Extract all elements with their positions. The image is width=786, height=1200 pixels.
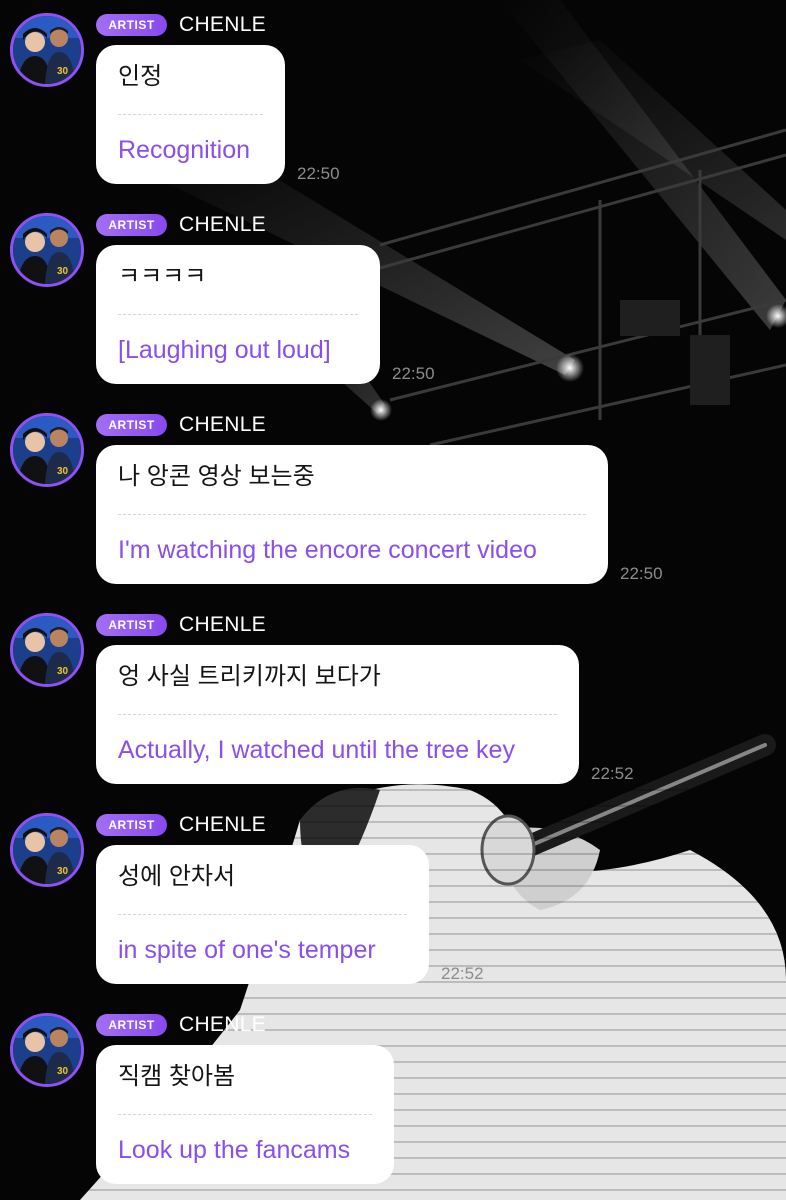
translation-text: [Laughing out loud] (118, 336, 331, 364)
original-text: ㅋㅋㅋㅋ (118, 263, 207, 290)
timestamp: 22:50 (297, 164, 340, 183)
svg-text:30: 30 (57, 866, 69, 877)
profile-photo-icon[interactable]: 30 (10, 613, 84, 687)
translation-text: Actually, I watched until the tree key (118, 736, 515, 764)
sender-name[interactable]: CHENLE (179, 212, 266, 238)
sender-name[interactable]: CHENLE (179, 12, 266, 38)
original-text: 직캠 찾아봄 (118, 1063, 236, 1090)
profile-photo-icon[interactable]: 30 (10, 213, 84, 287)
translation-text: in spite of one's temper (118, 936, 376, 964)
svg-text:30: 30 (57, 466, 69, 477)
original-text: 나 앙콘 영상 보는중 (118, 463, 315, 490)
sender-name[interactable]: CHENLE (179, 412, 266, 438)
profile-photo-icon[interactable]: 30 (10, 813, 84, 887)
translation-text: Look up the fancams (118, 1136, 351, 1164)
divider (118, 714, 557, 715)
profile-photo-icon[interactable]: 30 (10, 1013, 84, 1087)
svg-text:30: 30 (57, 66, 69, 77)
original-text: 엉 사실 트리키까지 보다가 (118, 663, 381, 690)
svg-text:30: 30 (57, 266, 69, 277)
timestamp: 22:52 (591, 764, 634, 783)
message-bubble[interactable]: 성에 안차서 in spite of one's temper (96, 845, 429, 984)
divider (118, 914, 407, 915)
timestamp: 22:52 (441, 964, 484, 983)
divider (118, 314, 358, 315)
artist-badge: ARTIST (96, 14, 167, 36)
message-bubble[interactable]: 직캠 찾아봄 Look up the fancams (96, 1045, 394, 1184)
svg-text:30: 30 (57, 1066, 69, 1077)
artist-badge: ARTIST (96, 214, 167, 236)
artist-badge: ARTIST (96, 814, 167, 836)
sender-name[interactable]: CHENLE (179, 1012, 266, 1038)
timestamp: 22:50 (392, 364, 435, 383)
message-bubble[interactable]: 엉 사실 트리키까지 보다가 Actually, I watched until… (96, 645, 579, 784)
timestamp: 22:50 (620, 564, 663, 583)
message-bubble[interactable]: ㅋㅋㅋㅋ [Laughing out loud] (96, 245, 380, 384)
divider (118, 514, 586, 515)
artist-badge: ARTIST (96, 1014, 167, 1036)
artist-badge: ARTIST (96, 414, 167, 436)
message-bubble[interactable]: 인정 Recognition (96, 45, 285, 184)
svg-text:30: 30 (57, 666, 69, 677)
artist-badge: ARTIST (96, 614, 167, 636)
divider (118, 114, 263, 115)
sender-name[interactable]: CHENLE (179, 612, 266, 638)
original-text: 성에 안차서 (118, 863, 236, 890)
translation-text: Recognition (118, 136, 251, 164)
original-text: 인정 (118, 63, 163, 90)
profile-photo-icon[interactable]: 30 (10, 413, 84, 487)
translation-text: I'm watching the encore concert video (118, 536, 537, 564)
profile-photo-icon[interactable]: 30 (10, 13, 84, 87)
message-bubble[interactable]: 나 앙콘 영상 보는중 I'm watching the encore conc… (96, 445, 608, 584)
sender-name[interactable]: CHENLE (179, 812, 266, 838)
divider (118, 1114, 372, 1115)
